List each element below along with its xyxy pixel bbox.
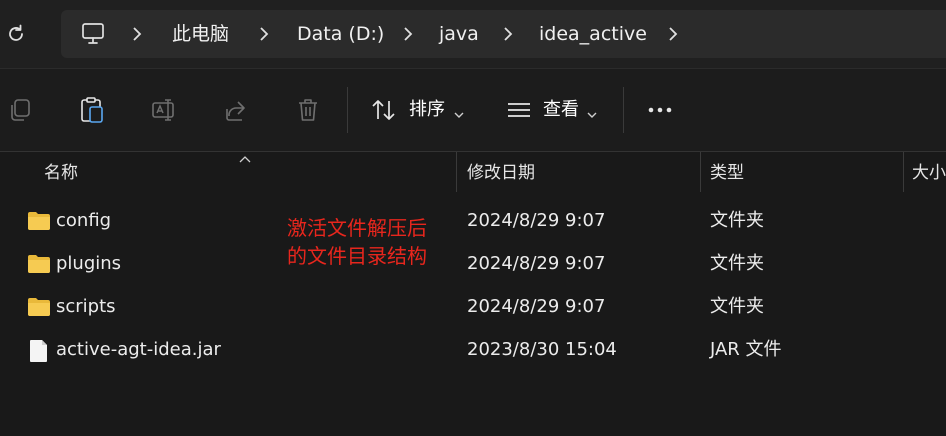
chevron-down-icon xyxy=(587,105,597,118)
command-bar: 排序 查看 xyxy=(0,69,946,152)
column-divider[interactable] xyxy=(700,152,701,192)
more-options-icon[interactable] xyxy=(645,95,675,125)
chevron-right-icon[interactable] xyxy=(256,10,272,58)
chevron-down-icon xyxy=(454,105,464,118)
file-type: 文件夹 xyxy=(710,296,764,317)
file-modified: 2024/8/29 9:07 xyxy=(467,210,606,231)
table-row[interactable]: config 2024/8/29 9:07 文件夹 xyxy=(0,205,946,237)
sort-indicator-icon xyxy=(238,150,252,163)
chevron-right-icon[interactable] xyxy=(400,10,416,58)
file-name: scripts xyxy=(56,296,116,317)
file-modified: 2024/8/29 9:07 xyxy=(467,296,606,317)
annotation-line-1: 激活文件解压后 xyxy=(287,216,427,240)
column-header-type[interactable]: 类型 xyxy=(710,152,744,194)
breadcrumb-item-drive[interactable]: Data (D:) xyxy=(297,10,384,58)
sort-button[interactable]: 排序 xyxy=(368,87,468,133)
share-icon[interactable] xyxy=(221,95,251,125)
chevron-right-icon[interactable] xyxy=(129,10,145,58)
file-name: config xyxy=(56,210,112,231)
table-row[interactable]: scripts 2024/8/29 9:07 文件夹 xyxy=(0,291,946,323)
file-modified: 2024/8/29 9:07 xyxy=(467,253,606,274)
breadcrumb-item-java[interactable]: java xyxy=(439,10,479,58)
table-row[interactable]: plugins 2024/8/29 9:07 文件夹 xyxy=(0,248,946,280)
folder-icon xyxy=(27,254,51,274)
file-modified: 2023/8/30 15:04 xyxy=(467,339,617,360)
sort-icon xyxy=(371,99,397,121)
breadcrumb-item-idea-active[interactable]: idea_active xyxy=(539,10,647,58)
file-name: plugins xyxy=(56,253,122,274)
column-header-modified[interactable]: 修改日期 xyxy=(467,152,535,194)
file-icon xyxy=(29,339,49,363)
paste-icon[interactable] xyxy=(77,95,107,125)
view-label: 查看 xyxy=(543,99,579,120)
annotation-text: 激活文件解压后 的文件目录结构 xyxy=(287,214,427,270)
column-header-size[interactable]: 大小 xyxy=(912,152,946,194)
file-type: JAR 文件 xyxy=(710,339,782,360)
table-row[interactable]: active-agt-idea.jar 2023/8/30 15:04 JAR … xyxy=(0,334,946,366)
chevron-right-icon[interactable] xyxy=(500,10,516,58)
chevron-right-icon[interactable] xyxy=(665,10,681,58)
column-header-name[interactable]: 名称 xyxy=(44,152,78,194)
folder-icon xyxy=(27,211,51,231)
view-list-icon xyxy=(506,100,532,120)
column-divider[interactable] xyxy=(456,152,457,192)
breadcrumb-item-this-pc[interactable]: 此电脑 xyxy=(172,10,229,58)
annotation-line-2: 的文件目录结构 xyxy=(287,244,427,268)
view-button[interactable]: 查看 xyxy=(504,87,604,133)
file-type: 文件夹 xyxy=(710,253,764,274)
refresh-icon[interactable] xyxy=(4,22,28,46)
folder-icon xyxy=(27,297,51,317)
toolbar-separator xyxy=(623,87,624,133)
toolbar-separator xyxy=(347,87,348,133)
rename-icon[interactable] xyxy=(149,95,179,125)
column-divider[interactable] xyxy=(903,152,904,192)
file-type: 文件夹 xyxy=(710,210,764,231)
file-name: active-agt-idea.jar xyxy=(56,339,221,360)
copy-icon[interactable] xyxy=(5,95,35,125)
delete-icon[interactable] xyxy=(293,95,323,125)
sort-label: 排序 xyxy=(409,99,445,120)
breadcrumb[interactable]: 此电脑 Data (D:) java idea_active xyxy=(61,10,946,58)
this-pc-icon[interactable] xyxy=(80,22,106,46)
